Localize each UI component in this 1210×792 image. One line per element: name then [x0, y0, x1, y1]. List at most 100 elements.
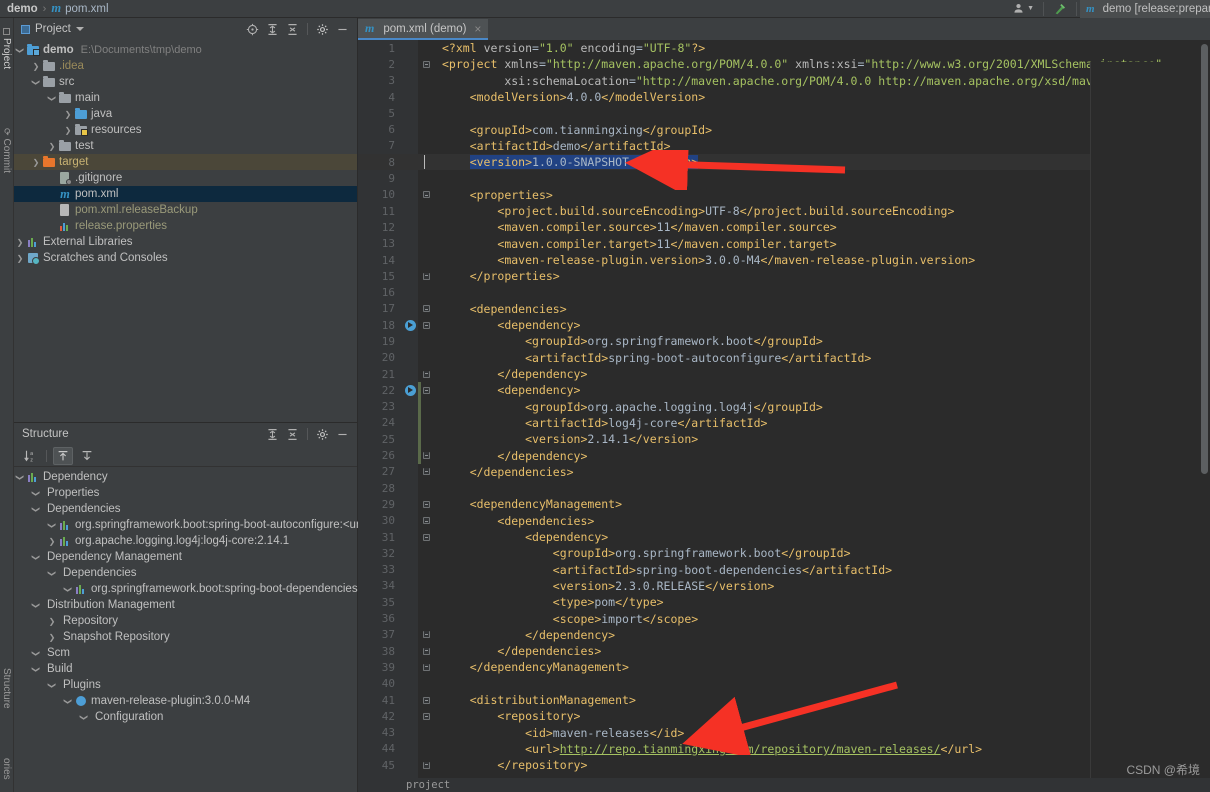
fold-end-icon[interactable]	[418, 647, 434, 655]
fold-expanded-icon[interactable]	[418, 191, 434, 199]
code-line[interactable]: 29 <dependencyManagement>	[358, 496, 1210, 512]
project-tree-row[interactable]: ❯ .idea	[14, 58, 357, 74]
editor-breadcrumb-bar[interactable]: project	[358, 778, 1210, 792]
structure-tree-row[interactable]: ❯ Dependencies	[14, 501, 357, 517]
fold-expanded-icon[interactable]	[418, 533, 434, 541]
code-line[interactable]: 10 <properties>	[358, 187, 1210, 203]
code-line[interactable]: 11 <project.build.sourceEncoding>UTF-8</…	[358, 203, 1210, 219]
code-line[interactable]: 30 <dependencies>	[358, 513, 1210, 529]
chevron-down-icon[interactable]: ❯	[48, 92, 57, 104]
project-tree-row[interactable]: ❯ External Libraries	[14, 234, 357, 250]
fold-expanded-icon[interactable]	[418, 517, 434, 525]
chevron-down-icon[interactable]	[75, 27, 84, 31]
project-tree-row[interactable]: ❯ java	[14, 106, 357, 122]
close-icon[interactable]: ×	[471, 22, 481, 36]
chevron-right-icon[interactable]: ❯	[14, 254, 26, 263]
code-line[interactable]: 17 <dependencies>	[358, 301, 1210, 317]
autoscroll-to-source-icon[interactable]	[53, 446, 73, 465]
tool-window-button-project[interactable]: Project	[1, 28, 12, 69]
tool-window-button-commit[interactable]: ⟳ Commit	[1, 128, 12, 173]
autoscroll-from-source-icon[interactable]	[77, 447, 97, 465]
code-line[interactable]: 27 </dependencies>	[358, 464, 1210, 480]
code-line[interactable]: 23 <groupId>org.apache.logging.log4j</gr…	[358, 398, 1210, 416]
expand-all-icon[interactable]	[265, 427, 280, 442]
chevron-down-icon[interactable]: ❯	[16, 471, 25, 483]
structure-tree-row[interactable]: ❯ Build	[14, 661, 357, 677]
structure-tree-row[interactable]: ❯ Dependencies	[14, 565, 357, 581]
chevron-down-icon[interactable]: ❯	[48, 519, 57, 531]
structure-tree-row[interactable]: ❯ Dependency	[14, 469, 357, 485]
editor-scrollbar-thumb[interactable]	[1201, 44, 1208, 474]
code-line[interactable]: 42 <repository>	[358, 708, 1210, 724]
project-tree-row[interactable]: pom.xml.releaseBackup	[14, 202, 357, 218]
code-line[interactable]: 25 <version>2.14.1</version>	[358, 431, 1210, 449]
breadcrumb-file[interactable]: pom.xml	[65, 3, 108, 15]
chevron-down-icon[interactable]: ❯	[32, 599, 41, 611]
code-line[interactable]: 22 <dependency>	[358, 382, 1210, 400]
code-line[interactable]: 19 <groupId>org.springframework.boot</gr…	[358, 333, 1210, 349]
gear-icon[interactable]	[315, 427, 330, 442]
chevron-down-icon[interactable]: ❯	[16, 44, 25, 56]
build-hammer-icon[interactable]	[1047, 0, 1073, 18]
code-line[interactable]: 5	[358, 105, 1210, 121]
project-tree-row[interactable]: ❯ Scratches and Consoles	[14, 250, 357, 266]
chevron-right-icon[interactable]: ❯	[14, 238, 26, 247]
chevron-right-icon[interactable]: ❯	[30, 62, 42, 71]
collapse-all-icon[interactable]	[285, 427, 300, 442]
fold-expanded-icon[interactable]	[418, 696, 434, 704]
expand-all-icon[interactable]	[265, 22, 280, 37]
run-configuration-selector[interactable]: m demo [release:prepar	[1080, 0, 1210, 18]
code-line[interactable]: 45 </repository>	[358, 757, 1210, 773]
code-line[interactable]: 2 <project xmlns="http://maven.apache.org…	[358, 56, 1210, 72]
project-tree-row[interactable]: ❯ demo E:\Documents\tmp\demo	[14, 42, 357, 58]
fold-end-icon[interactable]	[418, 370, 434, 378]
code-line[interactable]: 24 <artifactId>log4j-core</artifactId>	[358, 414, 1210, 432]
chevron-right-icon[interactable]: ❯	[62, 126, 74, 135]
structure-tree-row[interactable]: ❯ org.springframework.boot:spring-boot-de…	[14, 581, 371, 597]
code-line[interactable]: 21 </dependency>	[358, 366, 1210, 382]
fold-expanded-icon[interactable]	[418, 305, 434, 313]
structure-tree-row[interactable]: ❯ maven-release-plugin:3.0.0-M4	[14, 693, 357, 709]
chevron-right-icon[interactable]: ❯	[62, 110, 74, 119]
fold-expanded-icon[interactable]	[418, 321, 434, 329]
chevron-right-icon[interactable]: ❯	[30, 158, 42, 167]
fold-end-icon[interactable]	[418, 468, 434, 476]
code-line[interactable]: 9	[358, 170, 1210, 186]
user-icon[interactable]: ▼	[1006, 0, 1040, 18]
fold-expanded-icon[interactable]	[418, 60, 434, 68]
chevron-down-icon[interactable]: ❯	[32, 487, 41, 499]
chevron-down-icon[interactable]: ❯	[32, 551, 41, 563]
structure-tree-row[interactable]: ❯ org.apache.logging.log4j:log4j-core:2.1…	[14, 533, 357, 549]
code-line[interactable]: 13 <maven.compiler.target>11</maven.comp…	[358, 236, 1210, 252]
chevron-right-icon[interactable]: ❯	[46, 142, 58, 151]
code-line[interactable]: 43 <id>maven-releases</id>	[358, 724, 1210, 740]
chevron-down-icon[interactable]: ❯	[32, 76, 41, 88]
project-tree-row[interactable]: ❯ target	[14, 154, 357, 170]
project-tree-row[interactable]: ❯ src	[14, 74, 357, 90]
collapse-all-icon[interactable]	[285, 22, 300, 37]
code-line[interactable]: 1 <?xml version="1.0" encoding="UTF-8"?>	[358, 40, 1210, 56]
code-line[interactable]: 38 </dependencies>	[358, 643, 1210, 659]
code-line[interactable]: 6 <groupId>com.tianmingxing</groupId>	[358, 121, 1210, 137]
code-line[interactable]: 40	[358, 676, 1210, 692]
tool-window-button-repositories[interactable]: ories	[1, 758, 12, 780]
structure-tree[interactable]: ❯ Dependency ❯ Properties ❯ Dependencies ❯ org.…	[14, 467, 371, 725]
chevron-down-icon[interactable]: ❯	[64, 583, 73, 595]
chevron-right-icon[interactable]: ❯	[46, 537, 58, 546]
fold-expanded-icon[interactable]	[418, 500, 434, 508]
structure-tree-row[interactable]: ❯ Dependency Management	[14, 549, 357, 565]
structure-tree-row[interactable]: ❯ Scm	[14, 645, 357, 661]
code-line[interactable]: 3 xsi:schemaLocation="http://maven.apach…	[358, 73, 1210, 89]
code-line[interactable]: 18 <dependency>	[358, 317, 1210, 333]
structure-tree-row[interactable]: ❯ Distribution Management	[14, 597, 357, 613]
run-gutter-icon[interactable]	[402, 384, 418, 396]
chevron-down-icon[interactable]: ❯	[48, 567, 57, 579]
chevron-down-icon[interactable]: ❯	[48, 679, 57, 691]
code-line[interactable]: 37 </dependency>	[358, 627, 1210, 643]
chevron-down-icon[interactable]: ❯	[32, 647, 41, 659]
breadcrumb-project[interactable]: demo	[0, 3, 38, 15]
structure-tree-row[interactable]: ❯ Configuration	[14, 709, 357, 725]
sort-alphabetically-icon[interactable]: az	[20, 447, 40, 465]
project-panel-title-group[interactable]: Project	[18, 23, 84, 35]
chevron-down-icon[interactable]: ❯	[32, 503, 41, 515]
